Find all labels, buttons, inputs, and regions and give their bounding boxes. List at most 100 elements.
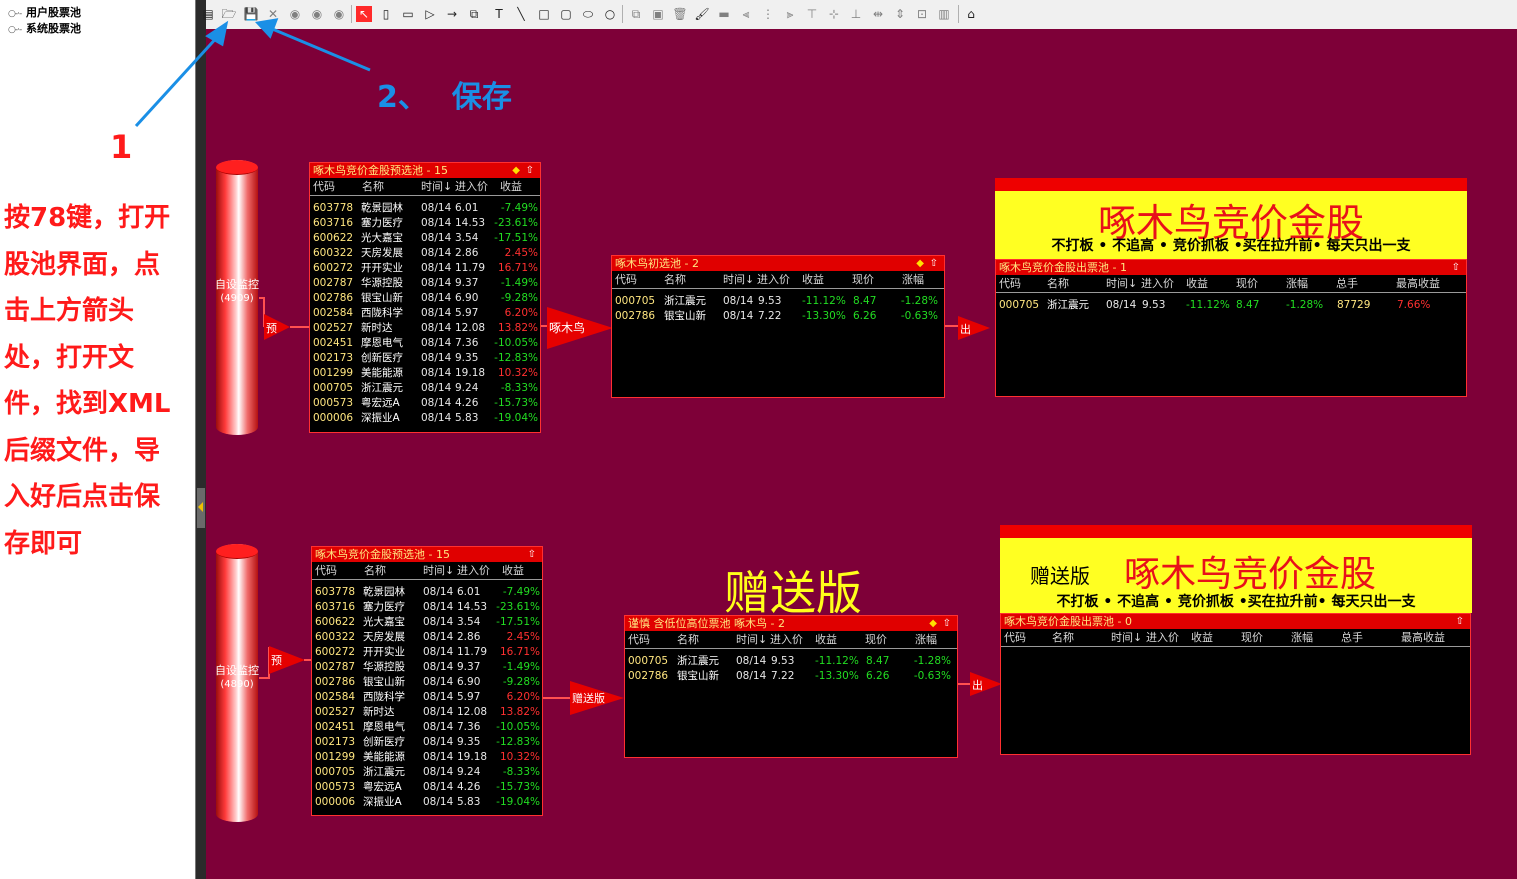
collapse-handle[interactable] (197, 488, 205, 528)
circle-icon[interactable]: ○ (602, 6, 618, 22)
table-row[interactable]: 603716 塞力医疗 08/14 14.53 -23.61% (312, 600, 542, 615)
table-row[interactable]: 600622 光大嘉宝 08/14 3.54 -17.51% (310, 231, 540, 246)
out-panel-1[interactable]: 啄木鸟竞价金股出票池 - 1 ⇧ 代码 名称 时间↓ 进入价 收益 现价 涨幅 总手 最高收益 0… (995, 259, 1467, 397)
table-row[interactable]: 600622 光大嘉宝 08/14 3.54 -17.51% (312, 615, 542, 630)
table-row[interactable]: 002451 摩恩电气 08/14 7.36 -10.05% (310, 336, 540, 351)
table-row[interactable]: 600322 天房发展 08/14 2.86 2.45% (312, 630, 542, 645)
table-row[interactable]: 000573 粤宏远A 08/14 4.26 -15.73% (310, 396, 540, 411)
collapse-up-icon[interactable]: ⇧ (528, 547, 536, 562)
rect-icon[interactable]: ▭ (400, 6, 416, 22)
align-top-icon[interactable]: ⊤ (804, 6, 820, 22)
pool-panel-1[interactable]: 啄木鸟竞价金股预选池 - 15 ◆ ⇧ 代码 名称 时间↓ 进入价 收益 603778 乾景园… (309, 162, 541, 433)
table-row[interactable]: 603778 乾景园林 08/14 6.01 -7.49% (312, 585, 542, 600)
tree-item-system-pool[interactable]: ○-·- 系统股票池 (8, 22, 81, 36)
paint-icon[interactable]: 🖌 (694, 6, 710, 22)
out-panel-2[interactable]: 啄木鸟竞价金股出票池 - 0 ⇧ 代码 名称 时间↓ 进入价 收益 现价 涨幅 总手 最高收益 (1000, 613, 1471, 755)
table-row[interactable]: 001299 美能能源 08/14 19.18 10.32% (312, 750, 542, 765)
collapse-up-icon[interactable]: ⇧ (1452, 260, 1460, 275)
network-icon[interactable]: ⌂ (963, 6, 979, 22)
table-row[interactable]: 002173 创新医疗 08/14 9.35 -12.83% (312, 735, 542, 750)
table-row[interactable]: 002786 银宝山新 08/14 7.22 -13.30% 6.26 -0.63% (625, 669, 957, 684)
collapse-up-icon[interactable]: ⇧ (526, 163, 534, 178)
table-row[interactable]: 002527 新时达 08/14 12.08 13.82% (312, 705, 542, 720)
align-left-icon[interactable]: ⫷ (738, 6, 754, 22)
monitor-cylinder-2[interactable]: 自设监控 (4890) (215, 544, 259, 822)
table-row[interactable]: 002786 银宝山新 08/14 6.90 -9.28% (312, 675, 542, 690)
tree-item-user-pool[interactable]: ○-·- 用户股票池 (8, 6, 81, 20)
stock-name: 美能能源 (361, 367, 403, 379)
monitor-cylinder-1[interactable]: 自设监控 (4909) (215, 160, 259, 435)
align-right-icon[interactable]: ⫸ (782, 6, 798, 22)
same-size-icon[interactable]: ⊡ (914, 6, 930, 22)
table-row[interactable]: 002527 新时达 08/14 12.08 13.82% (310, 321, 540, 336)
new-icon[interactable]: ▤ (200, 6, 216, 22)
table-row[interactable]: 000705 浙江震元 08/14 9.24 -8.33% (312, 765, 542, 780)
diamond-icon[interactable]: ◆ (916, 256, 924, 271)
cylinder-icon[interactable]: ▯ (378, 6, 394, 22)
collapse-up-icon[interactable]: ⇧ (1456, 614, 1464, 629)
play-icon[interactable]: ◉ (287, 6, 303, 22)
table-row[interactable]: 002786 银宝山新 08/14 7.22 -13.30% 6.26 -0.63% (612, 309, 944, 324)
entry-price: 2.86 (455, 247, 479, 259)
table-row[interactable]: 600272 开开实业 08/14 11.79 16.71% (310, 261, 540, 276)
table-row[interactable]: 002451 摩恩电气 08/14 7.36 -10.05% (312, 720, 542, 735)
table-row[interactable]: 000705 浙江震元 08/14 9.53 -11.12% 8.47 -1.28% (612, 294, 944, 309)
ellipse-icon[interactable]: ⬭ (580, 6, 596, 22)
banner-slogan: 不打板 • 不追高 • 竞价抓板 •买在拉升前• 每天只出一支 (1051, 238, 1411, 254)
square-icon[interactable]: □ (536, 6, 552, 22)
pool-panel-2[interactable]: 啄木鸟竞价金股预选池 - 15 ⇧ 代码 名称 时间↓ 进入价 收益 603778 乾景园林… (311, 546, 543, 816)
table-row[interactable]: 600322 天房发展 08/14 2.86 2.45% (310, 246, 540, 261)
table-row[interactable]: 603778 乾景园林 08/14 6.01 -7.49% (310, 201, 540, 216)
line-icon[interactable]: ╲ (513, 6, 529, 22)
save-icon[interactable]: 💾 (243, 6, 259, 22)
paste-icon[interactable]: ▣ (650, 6, 666, 22)
table-row[interactable]: 000705 浙江震元 08/14 9.53 -11.12% 8.47 -1.28% (625, 654, 957, 669)
table-row[interactable]: 000705 浙江震元 08/14 9.53 -11.12% 8.47 -1.28% 8772… (996, 298, 1466, 313)
column-header: 代码 (1004, 631, 1026, 644)
table-row[interactable]: 002787 华源控股 08/14 9.37 -1.49% (312, 660, 542, 675)
arrow-icon[interactable]: → (444, 6, 460, 22)
rounded-rect-icon[interactable]: ▢ (558, 6, 574, 22)
table-row[interactable]: 002787 华源控股 08/14 9.37 -1.49% (310, 276, 540, 291)
copy-icon[interactable]: ⧉ (628, 6, 644, 22)
collapse-up-icon[interactable]: ⇧ (930, 256, 938, 271)
mid-panel-1[interactable]: 啄木鸟初选池 - 2 ◆ ⇧ 代码 名称 时间↓ 进入价 收益 现价 涨幅 000705 浙江震元… (611, 255, 945, 398)
same-height-icon[interactable]: ⇕ (892, 6, 908, 22)
stock-name: 粤宏远A (363, 781, 402, 793)
table-row[interactable]: 000573 粤宏远A 08/14 4.26 -15.73% (312, 780, 542, 795)
pointer-icon[interactable]: ↖ (356, 6, 372, 22)
table-row[interactable]: 000705 浙江震元 08/14 9.24 -8.33% (310, 381, 540, 396)
table-row[interactable]: 002584 西陇科学 08/14 5.97 6.20% (310, 306, 540, 321)
align-middle-icon[interactable]: ⊹ (826, 6, 842, 22)
same-width-icon[interactable]: ⇹ (870, 6, 886, 22)
minus-icon[interactable]: ▬ (716, 6, 732, 22)
table-row[interactable]: 000006 深振业A 08/14 5.83 -19.04% (312, 795, 542, 810)
table-row[interactable]: 001299 美能能源 08/14 19.18 10.32% (310, 366, 540, 381)
gift-edition-label: 赠送版 (724, 566, 862, 620)
delete-icon[interactable]: ✕ (265, 6, 281, 22)
open-icon[interactable]: 🗁 (221, 6, 237, 22)
monitor-label: 自设监控 (215, 664, 259, 677)
diamond-icon[interactable]: ◆ (929, 616, 937, 631)
table-row[interactable]: 600272 开开实业 08/14 11.79 16.71% (312, 645, 542, 660)
entry-price: 5.83 (455, 412, 479, 424)
table-row[interactable]: 000006 深振业A 08/14 5.83 -19.04% (310, 411, 540, 426)
table-row[interactable]: 002786 银宝山新 08/14 6.90 -9.28% (310, 291, 540, 306)
design-canvas[interactable]: 自设监控 (4909) 预 啄木鸟竞价金股预选池 - 15 ◆ ⇧ 代码 名称 时间↓ 进… (206, 29, 1517, 879)
table-row[interactable]: 002584 西陇科学 08/14 5.97 6.20% (312, 690, 542, 705)
mid-panel-2[interactable]: 谨慎 含低位高位票池 啄木鸟 - 2 ◆ ⇧ 代码 名称 时间↓ 进入价 收益 现价 涨幅 00… (624, 615, 958, 758)
grid-icon[interactable]: ▥ (936, 6, 952, 22)
triangle-icon[interactable]: ▷ (422, 6, 438, 22)
align-bottom-icon[interactable]: ⊥ (848, 6, 864, 22)
table-row[interactable]: 603716 塞力医疗 08/14 14.53 -23.61% (310, 216, 540, 231)
trash-icon[interactable]: 🗑 (672, 6, 688, 22)
pause-icon[interactable]: ◉ (309, 6, 325, 22)
stop-icon[interactable]: ◉ (331, 6, 347, 22)
table-row[interactable]: 002173 创新医疗 08/14 9.35 -12.83% (310, 351, 540, 366)
collapse-up-icon[interactable]: ⇧ (943, 616, 951, 631)
column-header: 进入价 (757, 273, 790, 286)
align-center-icon[interactable]: ⋮ (760, 6, 776, 22)
diamond-icon[interactable]: ◆ (512, 163, 520, 178)
text-icon[interactable]: T (491, 6, 507, 22)
panel-icon[interactable]: ⧉ (466, 6, 482, 22)
